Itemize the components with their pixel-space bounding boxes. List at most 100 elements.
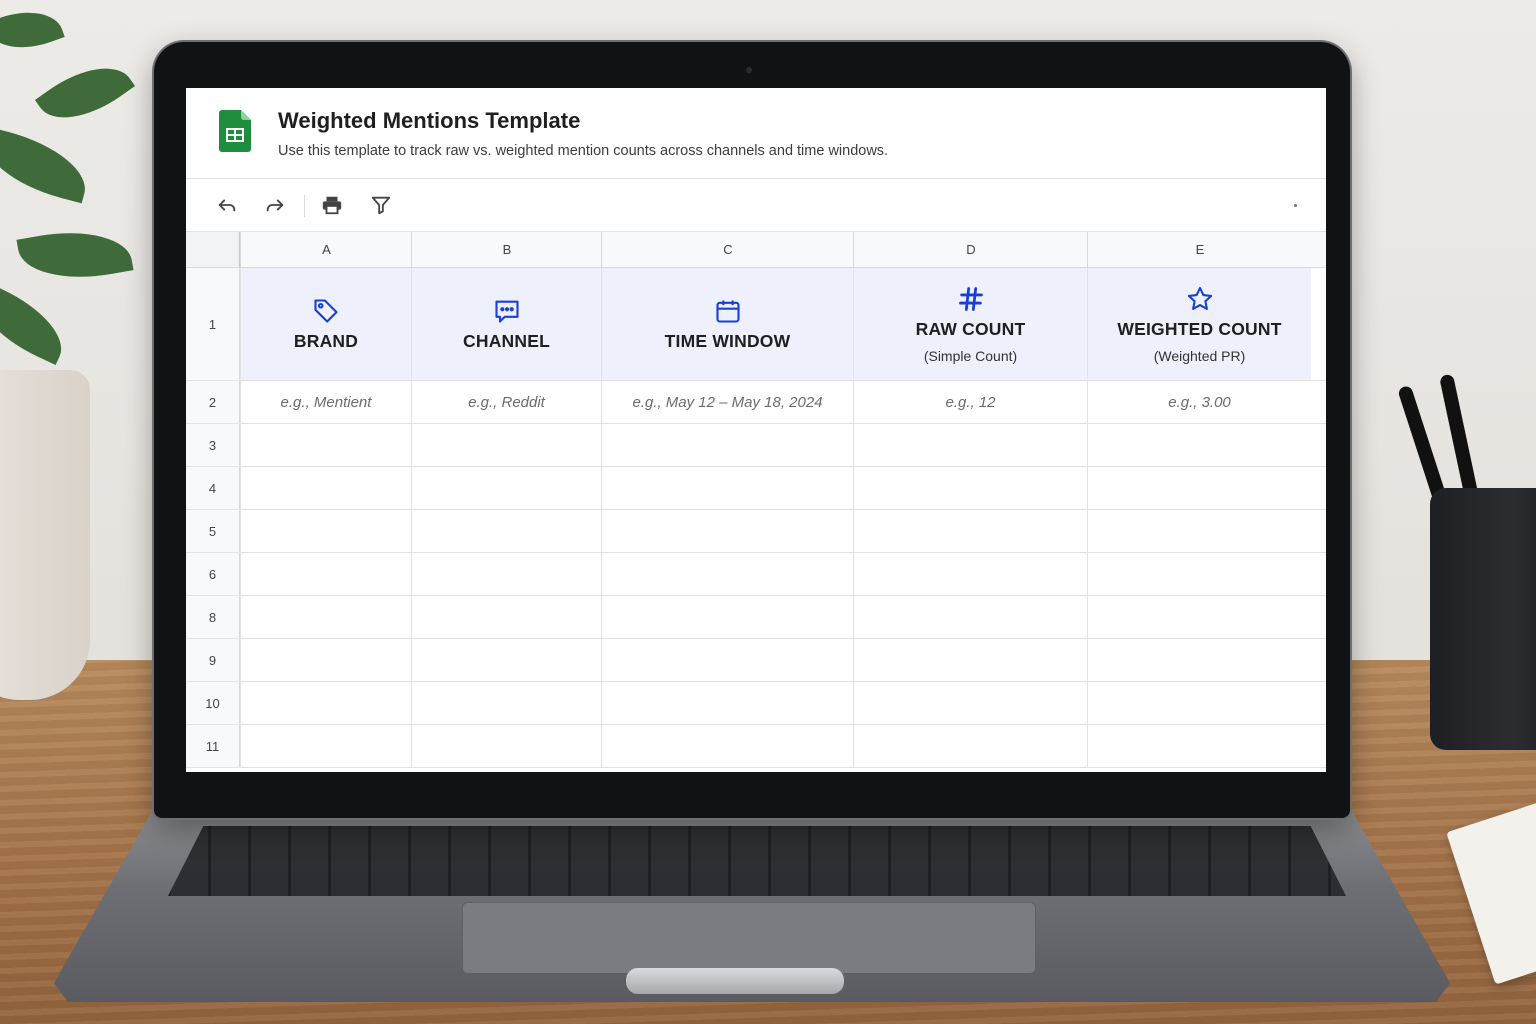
table-row: 2 e.g., Mentient e.g., Reddit e.g., May … <box>186 381 1326 424</box>
empty-cell[interactable] <box>1087 725 1311 767</box>
empty-cell[interactable] <box>411 639 601 681</box>
empty-cell[interactable] <box>1087 467 1311 509</box>
header-label: RAW COUNT <box>915 318 1026 339</box>
empty-cell[interactable] <box>1087 424 1311 466</box>
header-cell-channel[interactable]: CHANNEL <box>411 268 601 380</box>
column-header-c[interactable]: C <box>601 232 854 267</box>
empty-cell[interactable] <box>1087 682 1311 724</box>
empty-cell[interactable] <box>853 553 1087 595</box>
column-header-d[interactable]: D <box>853 232 1088 267</box>
empty-cell[interactable] <box>240 725 411 767</box>
empty-cell[interactable] <box>1087 510 1311 552</box>
empty-cell[interactable] <box>240 682 411 724</box>
example-cell[interactable]: e.g., Mentient <box>240 381 411 423</box>
column-header-b[interactable]: B <box>411 232 602 267</box>
redo-button[interactable] <box>261 191 289 219</box>
table-row: 1 BRAND CHANNEL TIME WINDOW RAW COUNT (S… <box>186 268 1326 381</box>
header-sublabel: (Simple Count) <box>923 347 1018 364</box>
header-cell-weighted-count[interactable]: WEIGHTED COUNT (Weighted PR) <box>1087 268 1311 380</box>
row-number[interactable]: 9 <box>186 639 240 681</box>
spreadsheet-screen: Weighted Mentions Template Use this temp… <box>186 88 1326 772</box>
toolbar-separator <box>304 195 305 217</box>
empty-cell[interactable] <box>411 596 601 638</box>
example-cell[interactable]: e.g., May 12 – May 18, 2024 <box>601 381 853 423</box>
row-number[interactable]: 3 <box>186 424 240 466</box>
column-headers: A B C D E <box>186 232 1326 268</box>
example-text: e.g., Mentient <box>280 393 372 411</box>
star-icon <box>1187 286 1212 310</box>
empty-cell[interactable] <box>240 510 411 552</box>
row-number[interactable]: 10 <box>186 682 240 724</box>
empty-cell[interactable] <box>601 682 853 724</box>
empty-cell[interactable] <box>240 467 411 509</box>
empty-cell[interactable] <box>1087 596 1311 638</box>
row-number[interactable]: 1 <box>186 268 240 380</box>
table-row: 6 <box>186 553 1326 596</box>
select-all-corner[interactable] <box>186 232 240 267</box>
example-text: e.g., Reddit <box>468 393 545 411</box>
print-button[interactable] <box>318 191 346 219</box>
empty-cell[interactable] <box>601 725 853 767</box>
pen-cup <box>1430 488 1536 750</box>
example-cell[interactable]: e.g., 12 <box>853 381 1087 423</box>
empty-cell[interactable] <box>853 725 1087 767</box>
empty-cell[interactable] <box>601 424 853 466</box>
row-number[interactable]: 2 <box>186 381 240 423</box>
header-cell-brand[interactable]: BRAND <box>240 268 411 380</box>
column-header-a[interactable]: A <box>240 232 412 267</box>
column-header-e[interactable]: E <box>1087 232 1312 267</box>
table-row: 8 <box>186 596 1326 639</box>
empty-cell[interactable] <box>601 510 853 552</box>
webcam <box>746 67 752 73</box>
document-header: Weighted Mentions Template Use this temp… <box>186 88 1326 179</box>
empty-cell[interactable] <box>853 467 1087 509</box>
row-number[interactable]: 5 <box>186 510 240 552</box>
empty-cell[interactable] <box>411 725 601 767</box>
empty-cell[interactable] <box>601 596 853 638</box>
sheets-logo-icon <box>219 110 251 152</box>
print-icon <box>322 196 342 215</box>
hash-icon <box>958 286 983 311</box>
empty-cell[interactable] <box>601 467 853 509</box>
header-label: BRAND <box>293 330 359 351</box>
empty-cell[interactable] <box>853 682 1087 724</box>
empty-cell[interactable] <box>601 553 853 595</box>
empty-cell[interactable] <box>853 639 1087 681</box>
empty-cell[interactable] <box>853 510 1087 552</box>
empty-cell[interactable] <box>240 424 411 466</box>
header-label: CHANNEL <box>463 330 550 351</box>
table-row: 11 <box>186 725 1326 768</box>
example-cell[interactable]: e.g., Reddit <box>411 381 601 423</box>
row-number[interactable]: 8 <box>186 596 240 638</box>
header-cell-time-window[interactable]: TIME WINDOW <box>601 268 853 380</box>
empty-cell[interactable] <box>1087 553 1311 595</box>
example-cell[interactable]: e.g., 3.00 <box>1087 381 1311 423</box>
empty-cell[interactable] <box>601 639 853 681</box>
document-title[interactable]: Weighted Mentions Template <box>278 108 580 134</box>
row-number[interactable]: 6 <box>186 553 240 595</box>
table-row: 5 <box>186 510 1326 553</box>
row-number[interactable]: 11 <box>186 725 240 767</box>
empty-cell[interactable] <box>411 553 601 595</box>
empty-cell[interactable] <box>411 467 601 509</box>
toolbar <box>186 179 1326 232</box>
toolbar-more-dot[interactable] <box>1294 204 1297 207</box>
empty-cell[interactable] <box>411 510 601 552</box>
redo-icon <box>266 199 284 212</box>
filter-button[interactable] <box>367 191 395 219</box>
trackpad <box>462 902 1036 974</box>
filter-icon <box>371 196 391 215</box>
empty-cell[interactable] <box>1087 639 1311 681</box>
empty-cell[interactable] <box>411 424 601 466</box>
empty-cell[interactable] <box>240 553 411 595</box>
undo-button[interactable] <box>213 191 241 219</box>
keyboard <box>168 826 1346 896</box>
row-number[interactable]: 4 <box>186 467 240 509</box>
empty-cell[interactable] <box>240 639 411 681</box>
table-row: 4 <box>186 467 1326 510</box>
empty-cell[interactable] <box>411 682 601 724</box>
empty-cell[interactable] <box>853 424 1087 466</box>
empty-cell[interactable] <box>240 596 411 638</box>
header-cell-raw-count[interactable]: RAW COUNT (Simple Count) <box>853 268 1087 380</box>
empty-cell[interactable] <box>853 596 1087 638</box>
